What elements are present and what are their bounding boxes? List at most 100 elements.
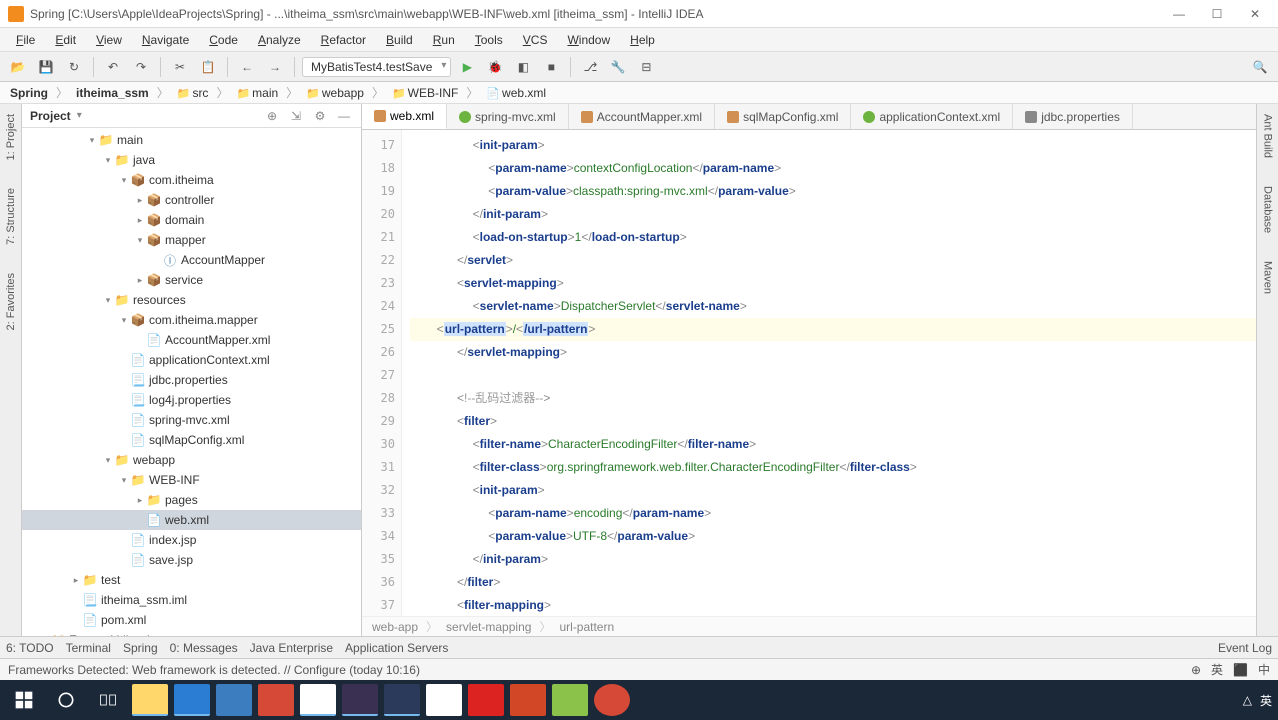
menu-navigate[interactable]: Navigate	[134, 31, 197, 49]
app-icon-7[interactable]	[594, 684, 630, 716]
tab-applicationcontext-xml[interactable]: applicationContext.xml	[851, 104, 1013, 129]
tree-log4j-properties[interactable]: 📃log4j.properties	[22, 390, 361, 410]
tree-itheima-ssm-iml[interactable]: 📃itheima_ssm.iml	[22, 590, 361, 610]
status-ind[interactable]: ⬛	[1233, 663, 1248, 677]
menu-code[interactable]: Code	[201, 31, 246, 49]
app-icon-1[interactable]	[216, 684, 252, 716]
cortana-button[interactable]	[48, 684, 84, 716]
menu-run[interactable]: Run	[425, 31, 463, 49]
maximize-button[interactable]: ☐	[1202, 4, 1232, 24]
menu-tools[interactable]: Tools	[467, 31, 511, 49]
app-icon-6[interactable]	[552, 684, 588, 716]
crumb-web.xml[interactable]: web.xml	[482, 86, 550, 100]
crumb-webapp[interactable]: webapp	[302, 86, 368, 100]
tree-pages[interactable]: ▸📁pages	[22, 490, 361, 510]
rail-structure[interactable]: 7: Structure	[3, 184, 19, 249]
tab-sqlmapconfig-xml[interactable]: sqlMapConfig.xml	[715, 104, 851, 129]
tray-icon[interactable]: △	[1243, 693, 1252, 707]
status-ind[interactable]: ⊕	[1191, 663, 1201, 677]
ecrumb-servlet-mapping[interactable]: servlet-mapping	[446, 620, 531, 634]
tab-accountmapper-xml[interactable]: AccountMapper.xml	[569, 104, 715, 129]
app-icon-2[interactable]	[258, 684, 294, 716]
refresh-button[interactable]: ↻	[62, 55, 86, 79]
run-button[interactable]: ▶	[455, 55, 479, 79]
tab-web-xml[interactable]: web.xml	[362, 104, 447, 129]
tree-web-xml[interactable]: 📄web.xml	[22, 510, 361, 530]
tree-main[interactable]: ▾📁main	[22, 130, 361, 150]
menu-vcs[interactable]: VCS	[515, 31, 556, 49]
tree-com-itheima-mapper[interactable]: ▾📦com.itheima.mapper	[22, 310, 361, 330]
chrome-icon[interactable]	[300, 684, 336, 716]
rail-database[interactable]: Database	[1260, 182, 1276, 237]
btab-terminal[interactable]: Terminal	[66, 641, 111, 655]
menu-refactor[interactable]: Refactor	[313, 31, 374, 49]
code-editor[interactable]: <init-param> <param-name>contextConfigLo…	[402, 130, 1256, 616]
app-icon-4[interactable]	[426, 684, 462, 716]
tree-accountmapper[interactable]: ⒾAccountMapper	[22, 250, 361, 270]
btab-javaenterprise[interactable]: Java Enterprise	[250, 641, 333, 655]
ecrumb-web-app[interactable]: web-app	[372, 620, 418, 634]
open-button[interactable]: 📂	[6, 55, 30, 79]
redo-button[interactable]: ↷	[129, 55, 153, 79]
settings-icon[interactable]: ⚙	[311, 109, 329, 123]
menu-edit[interactable]: Edit	[47, 31, 84, 49]
crumb-web-inf[interactable]: WEB-INF	[388, 86, 462, 100]
app-icon-5[interactable]	[468, 684, 504, 716]
hide-icon[interactable]: —	[335, 109, 353, 123]
status-ind[interactable]: 中	[1258, 661, 1270, 678]
search-everywhere-button[interactable]: 🔍	[1248, 55, 1272, 79]
edge-icon[interactable]	[174, 684, 210, 716]
vcs-button[interactable]: ⎇	[578, 55, 602, 79]
tree-webapp[interactable]: ▾📁webapp	[22, 450, 361, 470]
copy-button[interactable]: 📋	[196, 55, 220, 79]
status-ind[interactable]: 英	[1211, 661, 1223, 678]
tab-jdbc-properties[interactable]: jdbc.properties	[1013, 104, 1133, 129]
save-button[interactable]: 💾	[34, 55, 58, 79]
coverage-button[interactable]: ◧	[511, 55, 535, 79]
file-explorer-icon[interactable]	[132, 684, 168, 716]
tree-applicationcontext-xml[interactable]: 📄applicationContext.xml	[22, 350, 361, 370]
tree-com-itheima[interactable]: ▾📦com.itheima	[22, 170, 361, 190]
rail-maven[interactable]: Maven	[1260, 257, 1276, 298]
rail-antbuild[interactable]: Ant Build	[1260, 110, 1276, 162]
menu-analyze[interactable]: Analyze	[250, 31, 309, 49]
tree-accountmapper-xml[interactable]: 📄AccountMapper.xml	[22, 330, 361, 350]
tree-sqlmapconfig-xml[interactable]: 📄sqlMapConfig.xml	[22, 430, 361, 450]
ime-indicator[interactable]: 英	[1260, 692, 1272, 709]
tree-jdbc-properties[interactable]: 📃jdbc.properties	[22, 370, 361, 390]
btab-spring[interactable]: Spring	[123, 641, 158, 655]
collapse-icon[interactable]: ⇲	[287, 109, 305, 123]
minimize-button[interactable]: —	[1164, 4, 1194, 24]
undo-button[interactable]: ↶	[101, 55, 125, 79]
forward-button[interactable]: →	[263, 55, 287, 79]
close-button[interactable]: ✕	[1240, 4, 1270, 24]
menu-file[interactable]: File	[8, 31, 43, 49]
tree-spring-mvc-xml[interactable]: 📄spring-mvc.xml	[22, 410, 361, 430]
back-button[interactable]: ←	[235, 55, 259, 79]
powerpoint-icon[interactable]	[510, 684, 546, 716]
menu-view[interactable]: View	[88, 31, 130, 49]
tree-domain[interactable]: ▸📦domain	[22, 210, 361, 230]
start-button[interactable]	[6, 684, 42, 716]
run-config-selector[interactable]: MyBatisTest4.testSave	[302, 57, 451, 77]
stop-button[interactable]: ■	[539, 55, 563, 79]
tree-save-jsp[interactable]: 📄save.jsp	[22, 550, 361, 570]
structure-button[interactable]: ⊟	[634, 55, 658, 79]
dropdown-icon[interactable]: ▾	[77, 110, 82, 121]
btab-applicationservers[interactable]: Application Servers	[345, 641, 448, 655]
tree-test[interactable]: ▸📁test	[22, 570, 361, 590]
tree-resources[interactable]: ▾📁resources	[22, 290, 361, 310]
cut-button[interactable]: ✂	[168, 55, 192, 79]
crumb-itheima_ssm[interactable]: itheima_ssm	[72, 86, 153, 100]
task-view-button[interactable]	[90, 684, 126, 716]
btab-messages[interactable]: 0: Messages	[170, 641, 238, 655]
tab-spring-mvc-xml[interactable]: spring-mvc.xml	[447, 104, 569, 129]
app-icon-3[interactable]	[384, 684, 420, 716]
menu-help[interactable]: Help	[622, 31, 663, 49]
tree-web-inf[interactable]: ▾📁WEB-INF	[22, 470, 361, 490]
menu-window[interactable]: Window	[559, 31, 618, 49]
crumb-main[interactable]: main	[232, 86, 282, 100]
intellij-icon[interactable]	[342, 684, 378, 716]
crumb-spring[interactable]: Spring	[6, 86, 52, 100]
btab-todo[interactable]: 6: TODO	[6, 641, 54, 655]
